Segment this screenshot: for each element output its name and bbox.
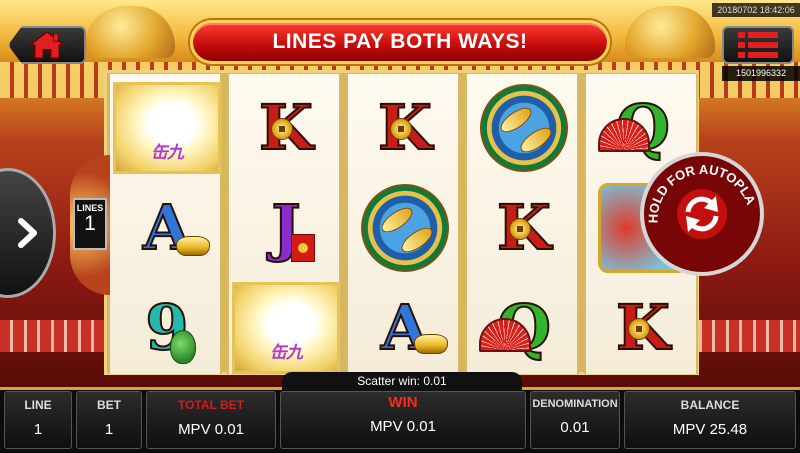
spin-autoplay-button[interactable]: HOLD FOR AUTOPLAY — [640, 152, 764, 276]
total-bet-panel: TOTAL BET MPV 0.01 — [146, 391, 276, 449]
balance-label: BALANCE — [680, 398, 740, 412]
account-id: 1501996332 — [722, 66, 800, 81]
reel-3-symbol-3: A — [348, 278, 462, 378]
win-label: WIN — [388, 394, 418, 411]
koi-fish-medallion-icon — [480, 84, 568, 172]
lines-value: 1 — [84, 212, 96, 235]
reel-1-symbol-1: 缶九 — [110, 78, 224, 178]
denomination-label: DENOMINATION — [532, 398, 618, 410]
koi-fish-medallion-icon — [361, 184, 449, 272]
balance-value: MPV 25.48 — [672, 421, 748, 438]
reel-3-symbol-1: K — [348, 78, 462, 178]
balance-panel: BALANCE MPV 25.48 — [624, 391, 796, 449]
line-panel[interactable]: LINE 1 — [4, 391, 72, 449]
line-label: LINE — [24, 398, 52, 412]
win-panel: WIN MPV 0.01 — [280, 391, 526, 449]
scatter-symbol: 缶九 — [113, 82, 221, 174]
menu-button[interactable] — [722, 26, 794, 64]
reel-1-symbol-2: A — [110, 178, 224, 278]
coin-icon — [390, 118, 412, 140]
game-screen: 20180702 18:42:06 LINES PAY BOTH WAYS! 1… — [0, 0, 800, 453]
reel-1: 缶九 A 9 — [108, 74, 222, 374]
home-icon — [28, 30, 66, 59]
title-banner: LINES PAY BOTH WAYS! — [190, 20, 610, 64]
bet-label: BET — [97, 398, 121, 412]
refresh-icon — [685, 196, 719, 232]
gold-ingot-icon — [414, 334, 448, 354]
reel-2: K J 缶九 — [227, 74, 341, 374]
lines-indicator: LINES 1 — [73, 198, 107, 250]
scatter-text: 缶九 — [270, 343, 303, 363]
reel-2-symbol-2: J — [229, 178, 343, 278]
scatter-win-label: Scatter win: 0.01 — [282, 372, 522, 391]
menu-icon — [738, 32, 778, 58]
reel-5-symbol-3: K — [586, 278, 700, 378]
gold-ingot-icon — [176, 236, 210, 256]
coin-icon — [509, 218, 531, 240]
home-button[interactable] — [8, 26, 86, 64]
scatter-symbol: 缶九 — [232, 282, 340, 374]
side-panel-toggle-button[interactable] — [0, 168, 56, 298]
reel-2-symbol-1: K — [229, 78, 343, 178]
reel-4-symbol-3: Q — [467, 278, 581, 378]
reel-4: K Q — [465, 74, 579, 374]
timestamp: 20180702 18:42:06 — [712, 3, 800, 17]
scatter-text: 缶九 — [151, 143, 184, 163]
reel-2-symbol-3: 缶九 — [229, 278, 343, 378]
red-envelope-icon — [291, 234, 315, 262]
reel-4-symbol-2: K — [467, 178, 581, 278]
win-value: MPV 0.01 — [370, 418, 436, 435]
coin-icon — [271, 118, 293, 140]
reel-4-symbol-1 — [467, 78, 581, 178]
reel-1-symbol-3: 9 — [110, 278, 224, 378]
coin-icon — [628, 318, 650, 340]
total-bet-value: MPV 0.01 — [178, 421, 244, 438]
gourd-icon — [170, 330, 196, 364]
denomination-panel[interactable]: DENOMINATION 0.01 — [530, 391, 620, 449]
total-bet-label: TOTAL BET — [178, 398, 244, 412]
reel-3-symbol-2 — [348, 178, 462, 278]
denomination-value: 0.01 — [560, 419, 590, 436]
chevron-right-icon — [18, 218, 37, 248]
line-value: 1 — [33, 421, 43, 438]
reel-3: K A — [346, 74, 460, 374]
bet-value: 1 — [104, 421, 114, 438]
bet-panel[interactable]: BET 1 — [76, 391, 142, 449]
